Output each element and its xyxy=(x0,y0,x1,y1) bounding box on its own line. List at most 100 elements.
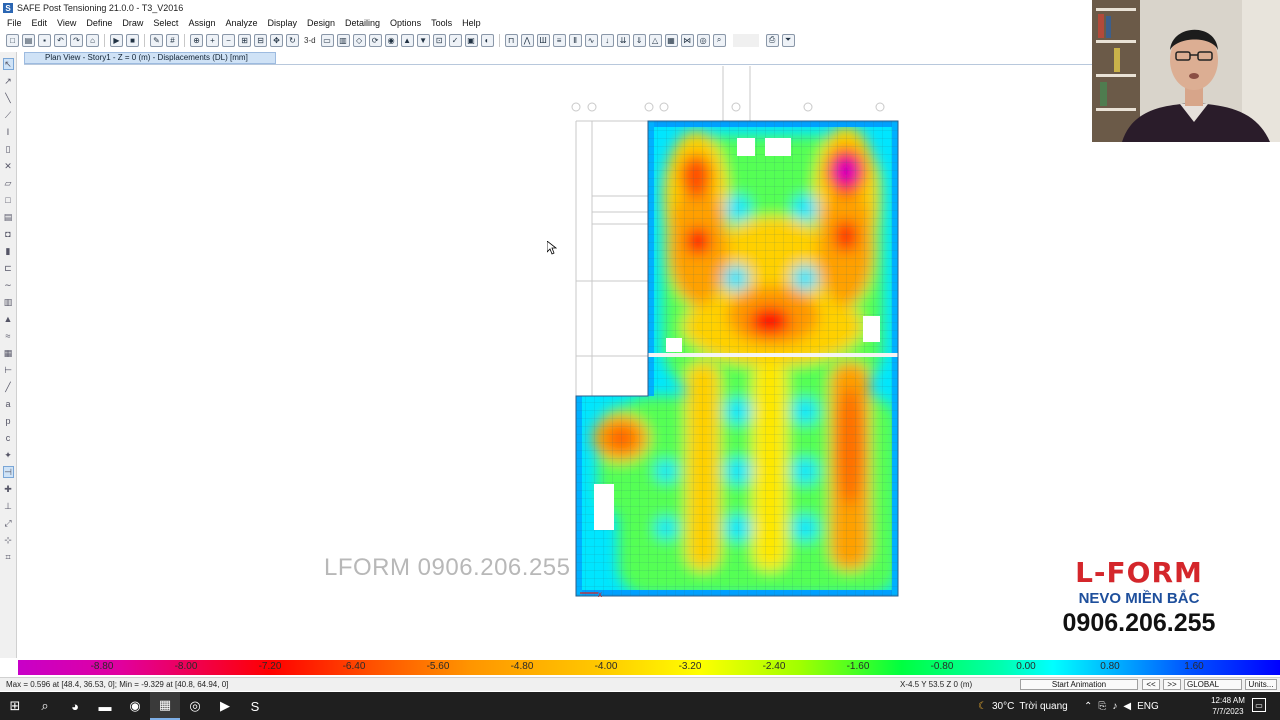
draw-slab-icon[interactable]: ▱ xyxy=(3,177,14,189)
zoom-in-icon[interactable]: + xyxy=(206,33,219,47)
draw-tendon-icon[interactable]: ∼ xyxy=(3,279,14,291)
draw-wall-icon[interactable]: ▮ xyxy=(3,245,14,257)
menu-view[interactable]: View xyxy=(52,18,81,28)
menu-select[interactable]: Select xyxy=(148,18,183,28)
snap-ends-icon[interactable]: ⊣ xyxy=(2,466,14,478)
draw-drop-panel-icon[interactable]: ◘ xyxy=(3,228,14,240)
rotate-icon[interactable]: ↻ xyxy=(286,33,299,47)
taskbar-clock[interactable]: 12:48 AM 7/7/2023 xyxy=(1206,695,1250,717)
draw-dimension-icon[interactable]: ⊢ xyxy=(3,364,14,376)
zoom-app-icon[interactable]: ◉ xyxy=(120,692,150,720)
menu-help[interactable]: Help xyxy=(457,18,486,28)
reshape-icon[interactable]: ↗ xyxy=(3,75,14,87)
draw-reference-line-icon[interactable]: ╱ xyxy=(3,381,14,393)
draw-slab-icon[interactable]: ⋀ xyxy=(520,33,534,47)
draw-opening-icon[interactable]: ▤ xyxy=(3,211,14,223)
eye-icon[interactable]: ◉ xyxy=(384,33,398,47)
zoom-window-icon[interactable]: ⊕ xyxy=(190,33,203,47)
menu-draw[interactable]: Draw xyxy=(117,18,148,28)
file-explorer-icon[interactable]: ▬ xyxy=(90,692,120,720)
magnify-icon[interactable]: ⌕ xyxy=(712,33,726,47)
draw-line-icon[interactable]: ╲ xyxy=(3,92,14,104)
draw-point-support-icon[interactable]: ▲ xyxy=(3,313,14,325)
print-icon[interactable]: ⎙ xyxy=(765,33,779,47)
draw-column-icon[interactable]: Ⅰ xyxy=(3,126,14,138)
search-icon[interactable]: ⌕ xyxy=(30,692,60,720)
run-analysis-icon[interactable]: ▶ xyxy=(110,33,123,47)
draw-strip-icon[interactable]: ▥ xyxy=(3,296,14,308)
draw-beam-icon[interactable]: ⊓ xyxy=(504,33,518,47)
chrome-icon[interactable]: ◕ xyxy=(60,692,90,720)
pencil-icon[interactable]: ✎ xyxy=(150,33,163,47)
microphone-icon[interactable]: ♪ xyxy=(1112,701,1117,712)
safe-taskbar-icon[interactable]: ▦ xyxy=(150,692,180,720)
menu-display[interactable]: Display xyxy=(262,18,302,28)
pan-icon[interactable]: ✥ xyxy=(270,33,283,47)
view-3d-button[interactable]: 3-d xyxy=(304,36,316,45)
notification-icon[interactable]: ▭ xyxy=(1252,698,1266,712)
units-button[interactable]: Units... xyxy=(1245,679,1277,690)
select-all-tool-icon[interactable]: a xyxy=(3,398,14,410)
save-icon[interactable]: ▪ xyxy=(38,33,51,47)
language-indicator[interactable]: ENG xyxy=(1137,701,1159,712)
draw-area-load-icon[interactable]: ⇓ xyxy=(632,33,646,47)
snap-grid-icon[interactable]: ⌗ xyxy=(3,551,14,563)
snap-fine-grid-icon[interactable]: ⊹ xyxy=(3,534,14,546)
next-step-button[interactable]: >> xyxy=(1163,679,1181,690)
chevron-up-icon[interactable]: ⌃ xyxy=(1084,701,1092,712)
network-icon[interactable]: ⎘ xyxy=(1098,701,1106,712)
menu-options[interactable]: Options xyxy=(385,18,426,28)
menu-assign[interactable]: Assign xyxy=(183,18,220,28)
draw-design-strip-icon[interactable]: ▦ xyxy=(3,347,14,359)
menu-detailing[interactable]: Detailing xyxy=(340,18,385,28)
select-previous-icon[interactable]: p xyxy=(3,415,14,427)
draw-rectangle-icon[interactable]: ▯ xyxy=(3,143,14,155)
draw-beam-icon[interactable]: ⊏ xyxy=(3,262,14,274)
refresh-icon[interactable]: ⟳ xyxy=(368,33,382,47)
draw-point-load-icon[interactable]: ↓ xyxy=(600,33,614,47)
menu-analyze[interactable]: Analyze xyxy=(220,18,262,28)
open-file-icon[interactable]: ▤ xyxy=(22,33,35,47)
snap-perpendicular-icon[interactable]: ⊥ xyxy=(3,500,14,512)
windows-start-icon[interactable]: ⊞ xyxy=(0,692,30,720)
draw-polyline-icon[interactable]: ⟋ xyxy=(3,109,14,121)
select-all-icon[interactable]: ⊡ xyxy=(432,33,446,47)
plan-view-icon[interactable]: ▭ xyxy=(320,33,334,47)
draw-area-icon[interactable]: □ xyxy=(3,194,14,206)
punching-icon[interactable]: ◎ xyxy=(696,33,710,47)
draw-support-icon[interactable]: △ xyxy=(648,33,662,47)
model-canvas[interactable]: x LFORM 0906.206.255 xyxy=(18,66,1092,658)
draw-tendon-icon[interactable]: ∿ xyxy=(584,33,598,47)
weather-widget[interactable]: ☾ 30°C Trời quang xyxy=(978,692,1068,720)
volume-icon[interactable]: ◀ xyxy=(1123,701,1131,712)
draw-wall-icon[interactable]: Ш xyxy=(536,33,550,47)
recorder-icon[interactable]: ◎ xyxy=(180,692,210,720)
media-player-icon[interactable]: ▶ xyxy=(210,692,240,720)
rebar-icon[interactable]: ⋈ xyxy=(680,33,694,47)
previous-step-button[interactable]: << xyxy=(1142,679,1160,690)
draw-line-load-icon[interactable]: ⇊ xyxy=(616,33,630,47)
coordinate-system-select[interactable]: GLOBAL xyxy=(1184,679,1242,690)
check-icon[interactable]: ✓ xyxy=(448,33,462,47)
draw-strip-icon[interactable]: ≡ xyxy=(552,33,566,47)
grid-icon[interactable]: # xyxy=(166,33,179,47)
safe-secondary-icon[interactable]: S xyxy=(240,692,270,720)
move-up-icon[interactable]: ▲ xyxy=(400,33,414,47)
zoom-out-icon[interactable]: − xyxy=(222,33,235,47)
draw-column-icon[interactable]: Ⅱ xyxy=(568,33,582,47)
filter-icon[interactable]: ⏷ xyxy=(781,33,795,47)
redo-icon[interactable]: ↷ xyxy=(70,33,83,47)
clear-selection-icon[interactable]: c xyxy=(3,432,14,444)
start-animation-button[interactable]: Start Animation xyxy=(1020,679,1138,690)
menu-design[interactable]: Design xyxy=(302,18,340,28)
stop-icon[interactable]: ■ xyxy=(126,33,139,47)
zoom-fit-icon[interactable]: ⊞ xyxy=(238,33,251,47)
draw-cross-icon[interactable]: ✕ xyxy=(3,160,14,172)
menu-define[interactable]: Define xyxy=(81,18,117,28)
snap-intersection-icon[interactable]: ✚ xyxy=(3,483,14,495)
lock-icon[interactable]: ⌂ xyxy=(86,33,99,47)
new-file-icon[interactable]: □ xyxy=(6,33,19,47)
tab-plan-view[interactable]: Plan View - Story1 - Z = 0 (m) - Displac… xyxy=(24,52,276,64)
zoom-previous-icon[interactable]: ⊟ xyxy=(254,33,267,47)
snap-points-icon[interactable]: ✦ xyxy=(3,449,14,461)
